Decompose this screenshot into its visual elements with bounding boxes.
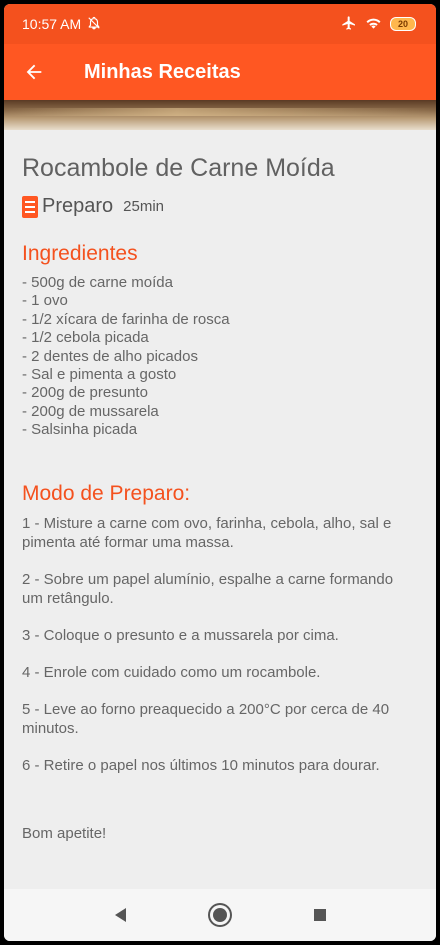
prep-info: Preparo 25min	[22, 195, 418, 218]
ingredients-list: - 500g de carne moída - 1 ovo - 1/2 xíca…	[22, 274, 418, 440]
notifications-off-icon	[87, 16, 101, 33]
ingredient-item: - 1/2 cebola picada	[22, 329, 149, 347]
ingredient-item: - Salsinha picada	[22, 421, 138, 439]
recipe-content: Rocambole de Carne Moída Preparo 25min I…	[4, 154, 436, 842]
phone-screen: 10:57 AM 20 Minhas Receitas Rocambole de…	[4, 4, 436, 941]
airplane-mode-icon	[341, 15, 357, 34]
prep-label: Preparo	[42, 195, 114, 217]
battery-icon: 20	[390, 17, 416, 31]
status-time: 10:57 AM	[22, 16, 82, 32]
ingredient-item: - 500g de carne moída	[22, 274, 173, 291]
step-item: 2 - Sobre um papel alumínio, espalhe a c…	[22, 570, 394, 607]
ingredient-item: - 1 ovo	[22, 292, 68, 310]
step-item: 4 - Enrole com cuidado como um rocambole…	[22, 663, 321, 681]
step-item: 5 - Leve ao forno preaquecido a 200°C po…	[22, 700, 390, 737]
recipe-image	[4, 100, 436, 130]
step-item: 3 - Coloque o presunto e a mussarela por…	[22, 626, 339, 644]
ingredient-item: - 2 dentes de alho picados	[22, 347, 198, 365]
steps-title: Modo de Preparo:	[22, 481, 191, 505]
ingredient-item: - Sal e pimenta a gosto	[22, 366, 177, 384]
recents-nav-icon[interactable]	[270, 909, 370, 921]
step-item: 1 - Misture a carne com ovo, farinha, ce…	[22, 514, 392, 551]
closing-text: Bom apetite!	[22, 824, 107, 842]
arrow-left-icon[interactable]	[4, 44, 64, 100]
ingredients-title: Ingredientes	[22, 242, 138, 265]
system-nav-bar	[4, 889, 436, 941]
ingredient-item: - 200g de presunto	[22, 384, 148, 402]
wifi-icon	[365, 16, 382, 33]
step-item: 6 - Retire o papel nos últimos 10 minuto…	[22, 756, 380, 774]
recipe-title: Rocambole de Carne Moída	[22, 154, 335, 182]
app-title: Minhas Receitas	[84, 60, 241, 83]
prep-time: 25min	[123, 198, 165, 215]
back-nav-icon[interactable]	[70, 908, 170, 922]
steps-list: 1 - Misture a carne com ovo, farinha, ce…	[22, 514, 418, 775]
home-nav-icon[interactable]	[170, 908, 270, 922]
ingredient-item: - 200g de mussarela	[22, 402, 159, 420]
status-bar: 10:57 AM 20	[4, 4, 436, 44]
receipt-icon	[22, 195, 38, 218]
ingredient-item: - 1/2 xícara de farinha de rosca	[22, 310, 230, 328]
app-bar: Minhas Receitas	[4, 44, 436, 100]
